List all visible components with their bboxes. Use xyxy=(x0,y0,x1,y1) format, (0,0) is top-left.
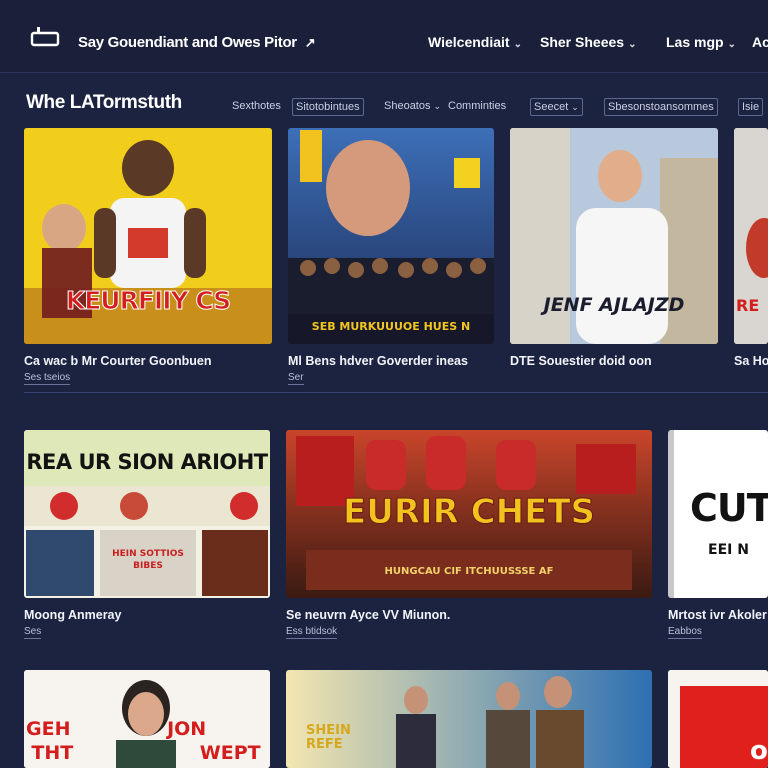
card-title[interactable]: Ml Bens hdver Goverder ineas xyxy=(288,354,468,368)
poster-title: SEB MURKUUUOE HUES N xyxy=(311,320,471,333)
card-meta: Eabbos xyxy=(668,626,702,639)
poster-title: JENF AJLAJZD xyxy=(543,294,685,316)
video-card[interactable]: KEURFIIY CS Ca wac b Mr Courter Goonbuen… xyxy=(24,128,272,388)
poster-subtitle: HEIN SOTTIOS BIBES xyxy=(112,549,184,571)
poster-art xyxy=(286,670,652,768)
top-bar: Say Gouendiant and Owes Pitor ↗ Wielcend… xyxy=(0,0,768,73)
thumbnail[interactable]: KEURFIIY CS xyxy=(24,128,272,344)
poster-title: CUTR xyxy=(690,486,768,530)
video-card[interactable]: RE Sa Hot xyxy=(734,128,768,388)
filter-chip[interactable]: Sbesonstoansommes xyxy=(604,98,718,116)
chevron-down-icon: ⌄ xyxy=(513,39,522,50)
card-title[interactable]: Ca wac b Mr Courter Goonbuen xyxy=(24,354,212,368)
section-title: Whe LATormstuth xyxy=(26,92,182,113)
thumbnail[interactable]: RE xyxy=(734,128,768,344)
filter-chip[interactable]: Comminties xyxy=(448,98,506,114)
thumbnail[interactable]: SEB MURKUUUOE HUES N xyxy=(288,128,494,344)
chevron-down-icon: ⌄ xyxy=(433,101,442,111)
poster-subtitle: THT WEPT xyxy=(31,742,261,764)
video-card[interactable]: EURIR CHETS HUNGCAU CIF ITCHUUSSSE AF Se… xyxy=(286,430,652,644)
filter-chip[interactable]: Sexthotes xyxy=(232,98,281,114)
tv-logo-icon[interactable] xyxy=(28,26,62,48)
poster-subtitle: HUNGCAU CIF ITCHUUSSSE AF xyxy=(384,566,554,577)
filter-chip[interactable]: Sitotobintues xyxy=(292,98,364,116)
chevron-down-icon: ⌄ xyxy=(628,39,637,50)
video-card[interactable]: JENF AJLAJZD DTE Souestier doid oon xyxy=(510,128,718,388)
thumbnail[interactable]: EURIR CHETS HUNGCAU CIF ITCHUUSSSE AF xyxy=(286,430,652,598)
poster-title: GEH JON VIILAV xyxy=(26,718,270,740)
video-card[interactable]: SEB MURKUUUOE HUES N Ml Bens hdver Gover… xyxy=(288,128,494,388)
card-title[interactable]: Mrtost ivr Akoler xyxy=(668,608,767,622)
poster-title: KEURFIIY CS xyxy=(65,286,231,316)
nav-item-2[interactable]: Sher Sheees ⌄ xyxy=(540,34,636,50)
app-title[interactable]: Say Gouendiant and Owes Pitor ↗ xyxy=(78,34,316,51)
filter-dropdown[interactable]: Seecet ⌄ xyxy=(530,98,583,116)
poster-title: EURIR CHETS xyxy=(343,492,596,533)
card-title[interactable]: Sa Hot xyxy=(734,354,768,368)
poster-art xyxy=(288,128,494,344)
row-divider xyxy=(24,392,768,393)
poster-title: SHEIN REFE xyxy=(306,723,351,752)
poster-title: RE xyxy=(736,296,760,315)
thumbnail[interactable]: GEH JON VIILAV THT WEPT xyxy=(24,670,270,768)
chevron-down-icon: ⌄ xyxy=(727,39,736,50)
video-card[interactable]: SHEIN REFE xyxy=(286,670,652,768)
poster-subtitle: EEI N xyxy=(708,542,749,558)
card-title[interactable]: Moong Anmeray xyxy=(24,608,121,622)
card-meta: Ses xyxy=(24,626,42,639)
video-card[interactable]: REA UR SION ARIOHT HEIN SOTTIOS BIBES Mo… xyxy=(24,430,270,644)
video-card[interactable]: CUTR EEI N Mrtost ivr Akoler Eabbos xyxy=(668,430,768,644)
poster-title: REA UR SION ARIOHT xyxy=(26,450,268,474)
card-meta: Ses tseios xyxy=(24,372,71,385)
card-meta: Ser xyxy=(288,372,304,385)
video-card[interactable]: GEH JON VIILAV THT WEPT xyxy=(24,670,270,768)
thumbnail[interactable]: REA UR SION ARIOHT HEIN SOTTIOS BIBES xyxy=(24,430,270,598)
app-title-text: Say Gouendiant and Owes Pitor xyxy=(78,34,297,51)
nav-item-1[interactable]: Wielcendiait ⌄ xyxy=(428,34,522,50)
arrow-up-right-icon: ↗ xyxy=(304,35,316,50)
poster-title: o xyxy=(750,736,768,766)
thumbnail[interactable]: JENF AJLAJZD xyxy=(510,128,718,344)
filter-chip[interactable]: Isie xyxy=(738,98,764,116)
card-title[interactable]: Se neuvrn Ayce VV Miunon. xyxy=(286,608,450,622)
filter-bar: Sexthotes Sitotobintues Sheoatos ⌄ Commin… xyxy=(232,98,768,116)
filter-chip[interactable]: Sheoatos ⌄ xyxy=(384,98,441,114)
nav-item-3[interactable]: Las mgp ⌄ xyxy=(666,34,736,50)
card-meta: Ess btidsok xyxy=(286,626,338,639)
card-title[interactable]: DTE Souestier doid oon xyxy=(510,354,652,368)
thumbnail[interactable]: CUTR EEI N xyxy=(668,430,768,598)
thumbnail[interactable]: SHEIN REFE xyxy=(286,670,652,768)
chevron-down-icon: ⌄ xyxy=(571,102,579,112)
nav-item-4[interactable]: Ac xyxy=(752,34,768,50)
video-card[interactable]: o xyxy=(668,670,768,768)
thumbnail[interactable]: o xyxy=(668,670,768,768)
